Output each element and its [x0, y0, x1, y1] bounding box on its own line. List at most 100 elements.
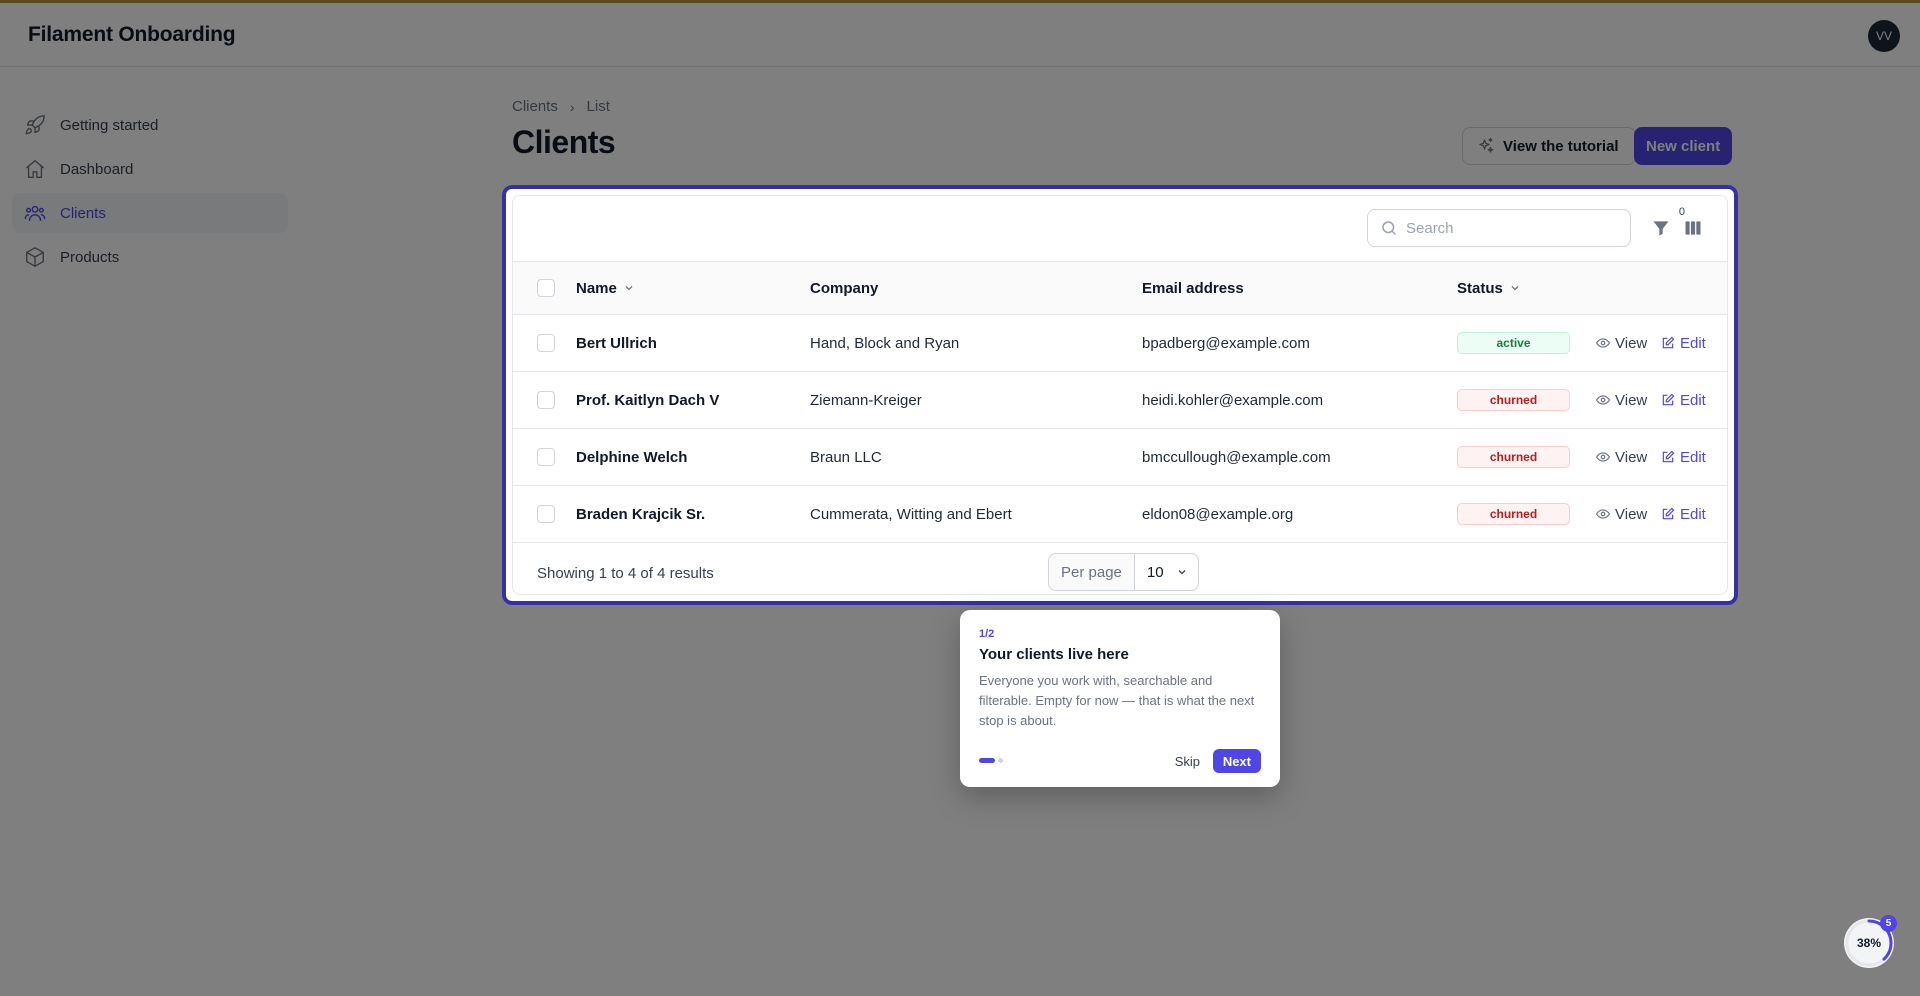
breadcrumb: Clients › List: [512, 98, 610, 115]
view-action[interactable]: View: [1596, 449, 1647, 466]
edit-action[interactable]: Edit: [1661, 392, 1706, 409]
view-tutorial-label: View the tutorial: [1503, 137, 1619, 155]
tour-progress-dots: [979, 758, 1003, 763]
clients-table: 0 Name Company Email address Status Bert…: [512, 195, 1728, 595]
status-badge: churned: [1457, 503, 1570, 525]
status-badge: churned: [1457, 389, 1570, 411]
sidebar-item-dashboard[interactable]: Dashboard: [12, 149, 288, 189]
eye-icon: [1596, 509, 1610, 519]
client-company: Braun LLC: [810, 448, 882, 466]
tour-next-button[interactable]: Next: [1212, 749, 1261, 773]
tour-dot: [998, 758, 1003, 763]
app-brand[interactable]: Filament Onboarding: [28, 23, 236, 47]
table-row[interactable]: Braden Krajcik Sr. Cummerata, Witting an…: [513, 486, 1727, 543]
search-input[interactable]: [1406, 219, 1606, 237]
top-bar: Filament Onboarding VV: [0, 3, 1920, 67]
progress-count-badge: 5: [1880, 915, 1897, 932]
users-icon: [24, 205, 46, 222]
column-header-status[interactable]: Status: [1457, 280, 1521, 297]
view-action[interactable]: View: [1596, 392, 1647, 409]
chevron-down-icon: [625, 286, 633, 291]
search-icon: [1382, 221, 1396, 235]
status-badge: churned: [1457, 446, 1570, 468]
sidebar-item-label: Getting started: [60, 116, 159, 134]
view-label: View: [1615, 334, 1648, 352]
tour-description: Everyone you work with, searchable and f…: [979, 673, 1255, 728]
row-checkbox[interactable]: [537, 391, 555, 409]
per-page-label: Per page: [1049, 554, 1135, 590]
row-checkbox[interactable]: [537, 448, 555, 466]
per-page-select[interactable]: Per page 10: [1048, 553, 1199, 591]
client-name: Bert Ullrich: [576, 334, 657, 352]
edit-label: Edit: [1680, 505, 1706, 523]
sidebar-item-products[interactable]: Products: [12, 237, 288, 277]
user-avatar[interactable]: VV: [1868, 20, 1900, 52]
clients-table-card: 0 Name Company Email address Status Bert…: [502, 185, 1738, 605]
tour-skip-button[interactable]: Skip: [1175, 754, 1200, 769]
pagination-summary: Showing 1 to 4 of 4 results: [537, 564, 714, 582]
table-toolbar: 0: [513, 196, 1727, 262]
client-company: Hand, Block and Ryan: [810, 334, 960, 352]
column-header-name[interactable]: Name: [576, 280, 635, 297]
search-field[interactable]: [1367, 209, 1631, 247]
client-name: Braden Krajcik Sr.: [576, 505, 706, 523]
chevron-down-icon: [1511, 286, 1519, 291]
tour-step-counter: 1/2: [979, 628, 995, 640]
chevron-down-icon: [1178, 570, 1186, 575]
sidebar: Getting started Dashboard Clients Produc…: [0, 68, 300, 996]
column-header-company: Company: [810, 279, 879, 297]
rocket-icon: [25, 115, 45, 135]
page-title: Clients: [512, 124, 616, 160]
filter-icon[interactable]: [1651, 218, 1671, 238]
client-company: Ziemann-Kreiger: [810, 391, 922, 409]
sidebar-item-label: Dashboard: [60, 160, 134, 178]
column-header-label: Status: [1457, 279, 1503, 297]
column-header-label: Name: [576, 279, 617, 297]
view-action[interactable]: View: [1596, 506, 1647, 523]
view-label: View: [1615, 448, 1648, 466]
per-page-value: 10: [1146, 563, 1164, 581]
tour-title: Your clients live here: [979, 646, 1129, 663]
new-client-button[interactable]: New client: [1634, 127, 1733, 165]
client-company: Cummerata, Witting and Ebert: [810, 505, 1012, 523]
table-row[interactable]: Bert Ullrich Hand, Block and Ryan bpadbe…: [513, 315, 1727, 372]
edit-action[interactable]: Edit: [1661, 506, 1706, 523]
eye-icon: [1596, 452, 1610, 462]
breadcrumb-root[interactable]: Clients: [512, 98, 558, 115]
eye-icon: [1596, 338, 1610, 348]
view-tutorial-button[interactable]: View the tutorial: [1462, 127, 1636, 165]
cube-icon: [26, 247, 44, 267]
eye-icon: [1596, 395, 1610, 405]
view-label: View: [1615, 391, 1648, 409]
select-all-checkbox[interactable]: [537, 279, 555, 297]
columns-icon[interactable]: [1683, 218, 1703, 238]
view-action[interactable]: View: [1596, 335, 1647, 352]
sidebar-item-label: Products: [60, 248, 120, 266]
sparkles-icon: [1479, 137, 1494, 153]
edit-action[interactable]: Edit: [1661, 335, 1706, 352]
sidebar-item-label: Clients: [60, 204, 106, 222]
row-checkbox[interactable]: [537, 334, 555, 352]
view-label: View: [1615, 505, 1648, 523]
sidebar-item-clients[interactable]: Clients: [12, 193, 288, 233]
client-email: eldon08@example.org: [1142, 505, 1294, 523]
pencil-square-icon: [1662, 393, 1675, 406]
breadcrumb-current: List: [586, 98, 610, 115]
edit-label: Edit: [1680, 448, 1706, 466]
status-badge: active: [1457, 332, 1570, 354]
per-page-dropdown[interactable]: 10: [1135, 554, 1198, 590]
chevron-right-icon: ›: [569, 98, 575, 115]
tour-dot-active: [979, 758, 995, 763]
client-name: Delphine Welch: [576, 448, 688, 466]
onboarding-progress-widget[interactable]: 38% 5: [1844, 915, 1897, 968]
progress-percent: 38%: [1856, 936, 1882, 950]
table-row[interactable]: Prof. Kaitlyn Dach V Ziemann-Kreiger hei…: [513, 372, 1727, 429]
row-checkbox[interactable]: [537, 505, 555, 523]
sidebar-item-getting-started[interactable]: Getting started: [12, 105, 288, 145]
table-row[interactable]: Delphine Welch Braun LLC bmccullough@exa…: [513, 429, 1727, 486]
edit-action[interactable]: Edit: [1661, 449, 1706, 466]
pencil-square-icon: [1662, 507, 1675, 520]
client-email: bpadberg@example.com: [1142, 334, 1310, 352]
client-name: Prof. Kaitlyn Dach V: [576, 391, 720, 409]
home-icon: [26, 160, 44, 178]
